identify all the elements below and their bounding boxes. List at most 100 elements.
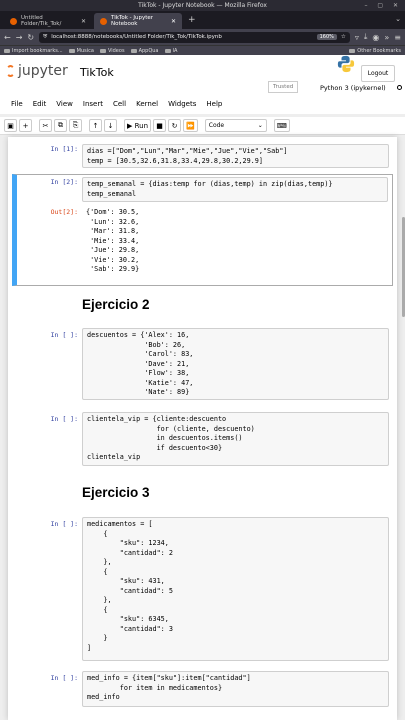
move-up-icon[interactable]: ↑ — [89, 119, 102, 132]
cell-output: {'Dom': 30.5, 'Lun': 32.6, 'Mar': 31.8, … — [86, 208, 140, 273]
bookmark-import[interactable]: Import bookmarks... — [4, 48, 63, 54]
tab-list-icon[interactable]: ⌄ — [395, 15, 401, 23]
close-tab-icon[interactable]: ✕ — [171, 18, 176, 25]
tab-notebook[interactable]: TikTok - Jupyter Notebook ✕ — [94, 13, 182, 29]
import-icon — [4, 48, 10, 53]
restart-run-all-icon[interactable]: ⏩ — [183, 119, 198, 132]
input-prompt: In [ ]: — [50, 520, 78, 528]
bookmark-label: AppQua — [138, 47, 159, 54]
code-input[interactable]: descuentos = {'Alex': 16, 'Bob': 26, 'Ca… — [82, 328, 389, 400]
bookmark-label: Musica — [76, 47, 94, 54]
url-bar[interactable]: ⛨ localhost:8888/notebooks/Untitled Fold… — [39, 31, 350, 43]
python-logo-icon — [337, 55, 355, 73]
command-palette-icon[interactable]: ⌨ — [273, 119, 290, 132]
chevron-down-icon: ⌄ — [257, 122, 263, 129]
back-icon[interactable]: ← — [4, 33, 11, 42]
tab-label: TikTok - Jupyter Notebook — [111, 15, 154, 27]
code-input[interactable]: temp_semanal = {dias:temp for (dias,temp… — [82, 177, 388, 202]
download-icon[interactable]: ⤓ — [364, 32, 368, 42]
code-input[interactable]: clientela_vip = {cliente:descuento for (… — [82, 412, 389, 466]
folder-icon — [130, 48, 137, 53]
bookmark-videos[interactable]: Videos — [99, 47, 125, 54]
save-icon[interactable]: ▣ — [4, 119, 17, 132]
bookmark-musica[interactable]: Musica — [68, 47, 94, 54]
bookmark-label: Import bookmarks... — [12, 47, 63, 54]
input-prompt: In [2]: — [50, 178, 78, 186]
interrupt-icon[interactable]: ■ — [153, 119, 167, 132]
tab-folder[interactable]: Untitled Folder/Tik_Tok/ ✕ — [4, 13, 92, 29]
folder-icon — [99, 48, 106, 53]
hamburger-menu-icon[interactable]: ≡ — [394, 33, 401, 42]
menu-kernel[interactable]: Kernel — [131, 100, 163, 108]
account-icon[interactable]: ◉ — [372, 33, 379, 42]
kernel-status-icon — [397, 85, 402, 90]
input-prompt: In [ ]: — [50, 674, 78, 682]
cut-icon[interactable]: ✂ — [39, 119, 52, 132]
folder-icon — [349, 48, 356, 53]
bookmarks-toolbar: Import bookmarks... Musica Videos AppQua… — [0, 45, 405, 55]
code-cell-5[interactable]: In [ ]: medicamentos = [ { "sku": 1234, … — [12, 517, 393, 661]
window-controls[interactable]: – ▢ ✕ — [364, 0, 402, 11]
trusted-indicator[interactable]: Trusted — [268, 81, 299, 93]
kernel-name: Python 3 (ipykernel) — [320, 84, 386, 92]
extensions-icon[interactable]: » — [384, 33, 389, 42]
menu-widgets[interactable]: Widgets — [163, 100, 201, 108]
insert-cell-icon[interactable]: + — [19, 119, 32, 132]
code-cell-6[interactable]: In [ ]: med_info = {item["sku"]:item["ca… — [12, 671, 393, 707]
menu-insert[interactable]: Insert — [78, 100, 108, 108]
bookmark-label: Videos — [107, 47, 125, 54]
code-input[interactable]: medicamentos = [ { "sku": 1234, "cantida… — [82, 517, 389, 661]
bookmark-label: Other Bookmarks — [357, 47, 401, 54]
notebook-page: In [1]: dias =["Dom","Lun","Mar","Mie","… — [8, 137, 397, 720]
folder-icon — [164, 48, 171, 53]
code-cell-2[interactable]: In [2]: temp_semanal = {dias:temp for (d… — [12, 174, 393, 286]
menu-edit[interactable]: Edit — [28, 100, 52, 108]
pocket-icon[interactable]: ▿ — [355, 33, 359, 42]
code-input[interactable]: med_info = {item["sku"]:item["cantidad"]… — [82, 671, 389, 707]
notebook-menubar: File Edit View Insert Cell Kernel Widget… — [0, 94, 405, 114]
jupyter-logo[interactable]: jupyter — [6, 63, 68, 79]
jupyter-favicon-icon — [100, 17, 107, 25]
run-label: Run — [134, 121, 149, 130]
heading-ejercicio-3: Ejercicio 3 — [82, 485, 150, 500]
notebook-toolbar: ▣ + ✂ ⧉ ⎘ ↑ ↓ ▶ Run ■ ↻ ⏩ Code ⌄ ⌨ — [0, 117, 405, 135]
close-tab-icon[interactable]: ✕ — [81, 18, 86, 25]
reload-icon[interactable]: ↻ — [27, 33, 34, 42]
output-prompt: Out[2]: — [50, 208, 78, 216]
menu-file[interactable]: File — [6, 100, 28, 108]
restart-icon[interactable]: ↻ — [168, 119, 182, 132]
run-button[interactable]: ▶ Run — [124, 119, 152, 132]
bookmark-label: IA — [172, 47, 178, 54]
bookmark-appqua[interactable]: AppQua — [130, 47, 159, 54]
bookmark-ia[interactable]: IA — [164, 47, 178, 54]
menu-help[interactable]: Help — [201, 100, 227, 108]
input-prompt: In [ ]: — [50, 415, 78, 423]
code-input[interactable]: dias =["Dom","Lun","Mar","Mie","Jue","Vi… — [82, 144, 389, 168]
input-prompt: In [ ]: — [50, 331, 78, 339]
logout-button[interactable]: Logout — [361, 65, 395, 82]
code-cell-3[interactable]: In [ ]: descuentos = {'Alex': 16, 'Bob':… — [12, 328, 393, 400]
notebook-name[interactable]: TikTok — [80, 66, 114, 79]
window-title: TikTok - Jupyter Notebook — Mozilla Fire… — [138, 2, 267, 9]
shield-icon: ⛨ — [43, 33, 48, 40]
cell-type-value: Code — [208, 122, 225, 129]
input-prompt: In [1]: — [50, 145, 78, 153]
code-cell-1[interactable]: In [1]: dias =["Dom","Lun","Mar","Mie","… — [12, 142, 393, 170]
move-down-icon[interactable]: ↓ — [104, 119, 117, 132]
notebook-area: In [1]: dias =["Dom","Lun","Mar","Mie","… — [0, 137, 405, 720]
bookmark-other[interactable]: Other Bookmarks — [349, 48, 401, 54]
paste-icon[interactable]: ⎘ — [69, 119, 82, 132]
tab-label: Untitled Folder/Tik_Tok/ — [21, 15, 62, 27]
menu-view[interactable]: View — [51, 100, 78, 108]
heading-ejercicio-2: Ejercicio 2 — [82, 297, 150, 312]
jupyter-orb-icon — [6, 65, 15, 77]
menu-cell[interactable]: Cell — [108, 100, 131, 108]
tab-bar: Untitled Folder/Tik_Tok/ ✕ TikTok - Jupy… — [0, 11, 405, 29]
bookmark-star-icon[interactable]: ☆ — [341, 34, 346, 40]
zoom-level[interactable]: 160% — [316, 34, 337, 40]
copy-icon[interactable]: ⧉ — [54, 119, 67, 132]
cell-type-select[interactable]: Code ⌄ — [204, 119, 267, 132]
forward-icon[interactable]: → — [16, 33, 23, 42]
code-cell-4[interactable]: In [ ]: clientela_vip = {cliente:descuen… — [12, 412, 393, 468]
new-tab-icon[interactable]: + — [184, 15, 200, 25]
